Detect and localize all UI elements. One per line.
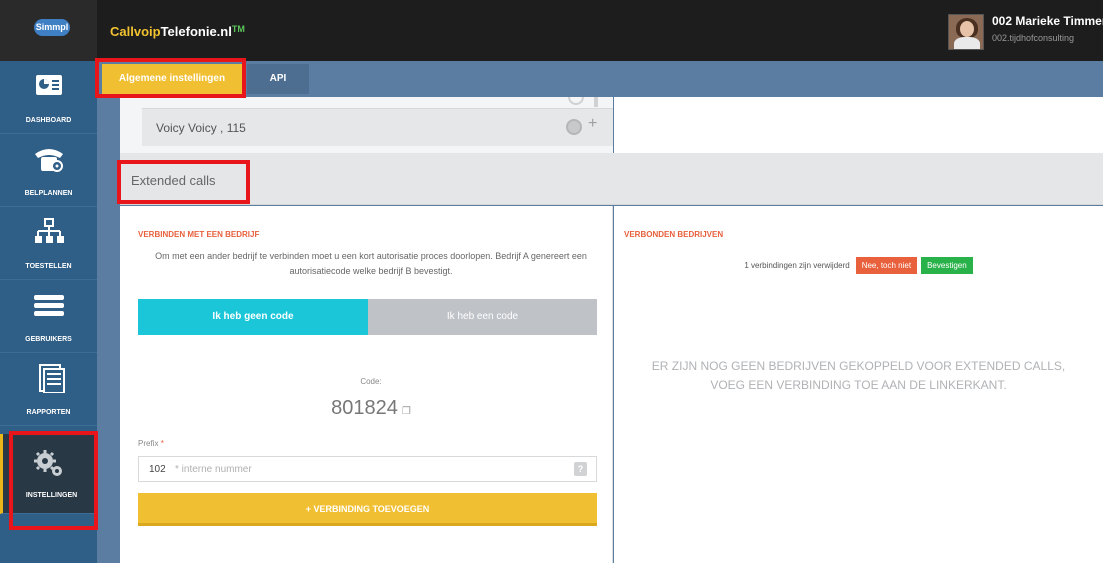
code-value: 801824 [331, 397, 398, 419]
sidebar-item-instellingen[interactable]: INSTELLINGEN [0, 434, 97, 514]
prefix-placeholder: * interne nummer [175, 464, 252, 475]
tab-api[interactable]: API [247, 64, 309, 94]
brand-part-1: Callvoip [110, 24, 161, 39]
phone-gear-icon [35, 149, 63, 172]
add-connection-button[interactable]: + VERBINDING TOEVOEGEN [138, 493, 597, 526]
network-icon [35, 218, 64, 243]
gears-icon [34, 450, 62, 476]
sidebar-item-label: TOESTELLEN [25, 263, 72, 270]
company-name: Voicy Voicy , 115 [156, 121, 246, 135]
menu-lines-icon [34, 295, 64, 316]
sidebar: DASHBOARD BELPLANNEN TOESTELLEN GEBRUIKE… [0, 61, 97, 563]
prefix-label: Prefix * [138, 439, 164, 448]
toggle-no-code[interactable]: Ik heb geen code [138, 299, 368, 335]
brand-mark-icon: TM [231, 24, 245, 34]
connect-company-panel: VERBINDEN MET EEN BEDRIJF Om met een and… [120, 206, 613, 563]
avatar-body [954, 37, 980, 49]
report-icon [39, 364, 65, 393]
prefix-value: 102 [149, 464, 166, 475]
removed-text: 1 verbindingen zijn verwijderd [744, 261, 850, 270]
removed-notice: 1 verbindingen zijn verwijderd Nee, toch … [614, 257, 1103, 275]
brand-title[interactable]: CallvoipTelefonie.nlTM [110, 24, 245, 39]
connected-title: VERBONDEN BEDRIJVEN [624, 230, 724, 239]
prefix-label-text: Prefix [138, 439, 159, 448]
sidebar-item-dashboard[interactable]: DASHBOARD [0, 61, 97, 134]
avatar[interactable] [948, 14, 984, 50]
section-title: Extended calls [131, 173, 216, 188]
code-label: Code: [360, 377, 382, 386]
sidebar-item-label: BELPLANNEN [24, 190, 73, 197]
required-marker: * [160, 439, 164, 448]
add-icon[interactable]: + [588, 115, 597, 133]
main-content: Algemene instellingen API Voicy Voicy , … [97, 61, 1103, 563]
cancel-button[interactable]: Nee, toch niet [855, 257, 918, 274]
sidebar-item-toestellen[interactable]: TOESTELLEN [0, 207, 97, 280]
list-item[interactable]: Voicy Voicy , 115 + [142, 108, 613, 146]
toggle-has-code[interactable]: Ik heb een code [368, 299, 597, 335]
empty-state-message: ER ZIJN NOG GEEN BEDRIJVEN GEKOPPELD VOO… [651, 359, 1066, 392]
simmpl-logo[interactable]: Simmpl [34, 19, 70, 36]
help-icon[interactable]: ? [574, 462, 587, 476]
app-frame: Simmpl CallvoipTelefonie.nlTM 002 Mariek… [0, 0, 1103, 563]
sidebar-item-belplannen[interactable]: BELPLANNEN [0, 134, 97, 207]
scrollbar[interactable] [594, 97, 598, 107]
confirm-button[interactable]: Bevestigen [921, 257, 973, 274]
logo-area: Simmpl [0, 0, 97, 61]
avatar-face [960, 21, 974, 37]
tab-general-settings[interactable]: Algemene instellingen [102, 64, 242, 94]
code-display: 801824 ❐ [138, 397, 604, 420]
tab-bar: Algemene instellingen API [97, 61, 1103, 97]
top-bar: Simmpl CallvoipTelefonie.nlTM 002 Mariek… [0, 0, 1103, 61]
prefix-input[interactable]: 102 * interne nummer ? [138, 456, 597, 482]
sidebar-item-label: INSTELLINGEN [25, 492, 78, 499]
brand-part-2: Telefonie.nl [160, 24, 232, 39]
sidebar-item-rapporten[interactable]: RAPPORTEN [0, 353, 97, 426]
status-circle-icon [566, 119, 582, 135]
user-organization: 002.tijdhofconsulting [992, 33, 1075, 43]
sidebar-item-label: GEBRUIKERS [25, 336, 72, 343]
connected-companies-panel: VERBONDEN BEDRIJVEN 1 verbindingen zijn … [614, 206, 1103, 563]
connect-title: VERBINDEN MET EEN BEDRIJF [138, 230, 260, 239]
connect-description: Om met een ander bedrijf te verbinden mo… [155, 251, 587, 276]
user-name[interactable]: 002 Marieke Timmer [992, 14, 1103, 28]
dashboard-icon [36, 75, 62, 95]
code-toggle: Ik heb geen code Ik heb een code [138, 299, 597, 335]
sidebar-item-label: DASHBOARD [25, 117, 72, 124]
sidebar-item-label: RAPPORTEN [26, 409, 71, 416]
extended-calls-header: Extended calls [120, 153, 1103, 205]
circle-icon [568, 97, 584, 105]
sidebar-item-gebruikers[interactable]: GEBRUIKERS [0, 280, 97, 353]
copy-icon[interactable]: ❐ [402, 406, 411, 417]
